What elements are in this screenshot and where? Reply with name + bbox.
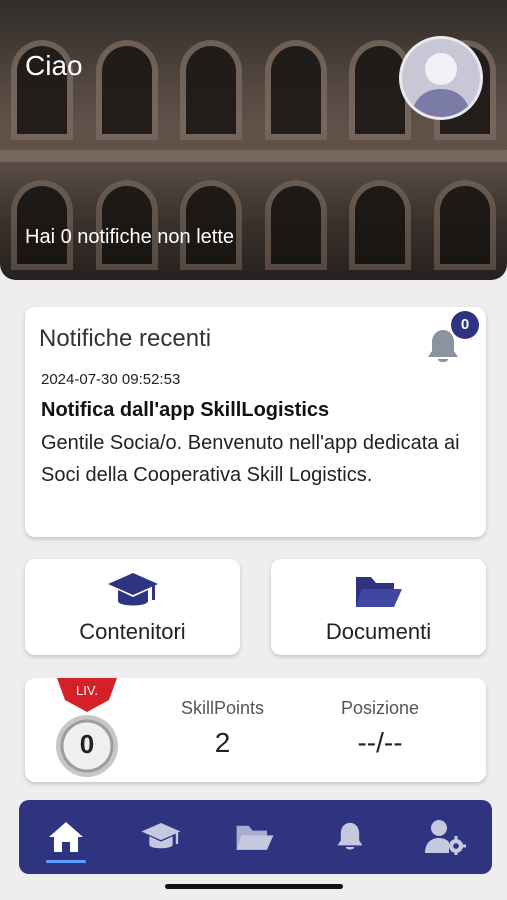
user-settings-icon (424, 820, 466, 855)
bottom-navigation (19, 800, 492, 874)
skillpoints-value: 2 (214, 727, 231, 758)
nav-home[interactable] (36, 807, 96, 867)
recent-notifications-card[interactable]: Notifiche recenti 0 2024-07-30 09:52:53 … (25, 307, 486, 537)
header-banner: Ciao Hai 0 notifiche non lette (0, 0, 507, 280)
level-label: LIV. (76, 683, 98, 698)
nav-documents[interactable] (225, 807, 285, 867)
home-icon (49, 822, 84, 852)
position-stat: Posizione --/-- (325, 698, 435, 759)
home-indicator (165, 884, 343, 889)
containers-tile[interactable]: Contenitori (25, 559, 240, 655)
position-value: --/-- (357, 727, 403, 758)
nav-courses[interactable] (131, 807, 191, 867)
notification-date: 2024-07-30 09:52:53 (41, 371, 181, 388)
unread-notifications-text: Hai 0 notifiche non lette (25, 226, 235, 248)
documents-label: Documenti (325, 619, 432, 644)
position-label: Posizione (340, 698, 420, 718)
folder-icon (237, 825, 274, 850)
notification-body: Gentile Socia/o. Benvenuto nell'app dedi… (41, 432, 460, 486)
graduation-cap-icon (141, 823, 181, 849)
notifications-bell[interactable]: 0 (425, 311, 485, 371)
documents-tile[interactable]: Documenti (271, 559, 486, 655)
graduation-cap-icon (107, 573, 158, 606)
stats-card: LIV. 0 SkillPoints 2 Posizione --/-- (25, 678, 486, 782)
nav-notifications[interactable] (320, 807, 380, 867)
containers-label: Contenitori (79, 619, 186, 644)
skillpoints-label: SkillPoints (180, 698, 265, 718)
notifications-badge: 0 (451, 311, 479, 339)
notifications-title: Notifiche recenti (39, 325, 212, 352)
level-medal: LIV. 0 (53, 676, 121, 780)
skillpoints-stat: SkillPoints 2 (170, 698, 275, 759)
folder-icon (355, 577, 402, 607)
level-value: 0 (79, 729, 95, 759)
avatar[interactable] (399, 36, 483, 120)
nav-profile-settings[interactable] (415, 807, 475, 867)
greeting-text: Ciao (25, 50, 83, 81)
notification-headline: Notifica dall'app SkillLogistics (41, 399, 330, 421)
bell-icon (337, 822, 363, 850)
